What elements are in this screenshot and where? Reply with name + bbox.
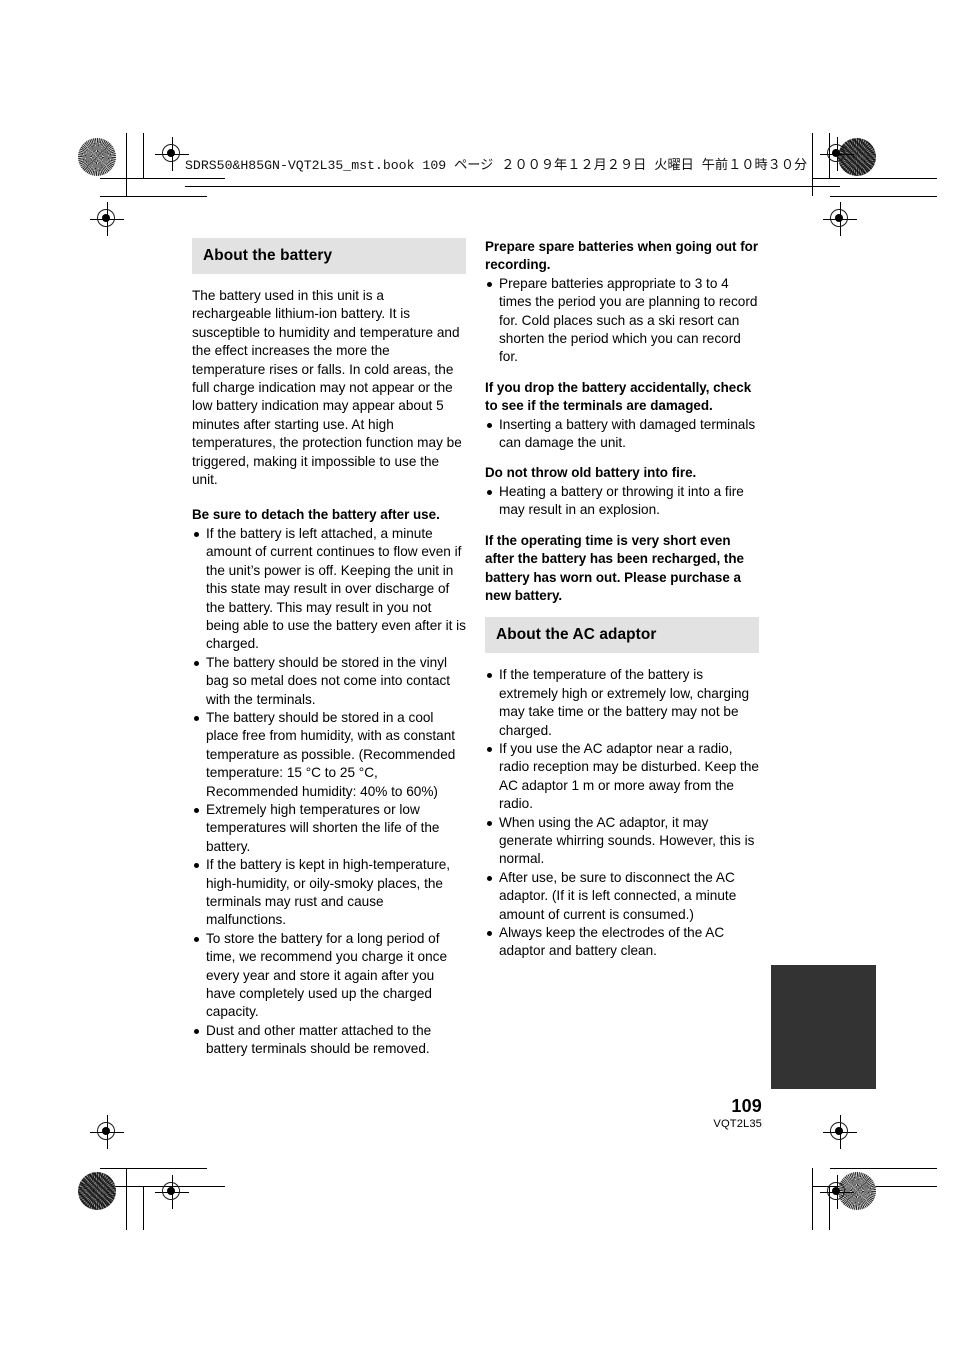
crop-mark-line xyxy=(830,1168,937,1170)
registration-target xyxy=(820,1175,854,1209)
spare-batteries-bullet-list: Prepare batteries appropriate to 3 to 4 … xyxy=(485,275,759,367)
subhead-battery-worn-out: If the operating time is very short even… xyxy=(485,532,744,603)
list-item: Always keep the electrodes of the AC ada… xyxy=(485,924,759,961)
document-page: SDRS50&H85GN-VQT2L35_mst.book 109 ページ ２０… xyxy=(0,0,954,1348)
list-item: To store the battery for a long period o… xyxy=(192,930,466,1022)
list-item: If the battery is left attached, a minut… xyxy=(192,525,466,654)
registration-target xyxy=(823,1115,857,1149)
page-number: 109 xyxy=(731,1096,762,1116)
ac-adaptor-bullet-list: If the temperature of the battery is ext… xyxy=(485,666,759,961)
registration-target xyxy=(816,0,850,34)
crop-mark-line xyxy=(812,178,937,180)
running-header: SDRS50&H85GN-VQT2L35_mst.book 109 ページ ２０… xyxy=(185,158,808,173)
registration-target xyxy=(155,137,189,171)
subhead-spare-batteries: Prepare spare batteries when going out f… xyxy=(485,239,759,273)
crop-mark-line xyxy=(100,178,225,180)
crop-mark-line xyxy=(143,1186,145,1230)
subhead-no-fire: Do not throw old battery into fire. xyxy=(485,465,697,481)
document-code: VQT2L35 xyxy=(713,1118,762,1130)
no-fire-bullet-list: Heating a battery or throwing it into a … xyxy=(485,483,759,520)
list-item: The battery should be stored in the viny… xyxy=(192,654,466,709)
registration-target xyxy=(90,202,124,236)
drop-battery-bullet-list: Inserting a battery with damaged termina… xyxy=(485,416,759,453)
page-footer: 109 VQT2L35 xyxy=(640,1096,762,1131)
crop-mark-line xyxy=(100,1168,207,1170)
list-item: If you use the AC adaptor near a radio, … xyxy=(485,740,759,814)
registration-rosette xyxy=(78,138,116,176)
list-item: Heating a battery or throwing it into a … xyxy=(485,483,759,520)
registration-target xyxy=(823,202,857,236)
list-item: If the battery is kept in high-temperatu… xyxy=(192,856,466,930)
registration-target xyxy=(90,1115,124,1149)
crop-mark-line xyxy=(143,133,145,179)
subhead-drop-battery: If you drop the battery accidentally, ch… xyxy=(485,379,752,414)
list-item: The battery should be stored in a cool p… xyxy=(192,709,466,801)
crop-mark-line xyxy=(126,1168,128,1230)
list-item: Extremely high temperatures or low tempe… xyxy=(192,801,466,856)
section-title-ac-adaptor: About the AC adaptor xyxy=(496,626,657,644)
crop-mark-line xyxy=(126,133,128,196)
list-item: Prepare batteries appropriate to 3 to 4 … xyxy=(485,275,759,367)
crop-mark-line xyxy=(830,196,937,198)
subhead-detach-battery: Be sure to detach the battery after use. xyxy=(192,507,440,523)
battery-intro-paragraph: The battery used in this unit is a recha… xyxy=(192,288,462,488)
list-item: Dust and other matter attached to the ba… xyxy=(192,1022,466,1059)
list-item: When using the AC adaptor, it may genera… xyxy=(485,814,759,869)
detach-battery-bullet-list: If the battery is left attached, a minut… xyxy=(192,525,466,1059)
registration-target xyxy=(155,1175,189,1209)
section-header-ac-adaptor: About the AC adaptor xyxy=(485,617,759,654)
list-item: After use, be sure to disconnect the AC … xyxy=(485,869,759,924)
crop-mark-line xyxy=(100,196,207,198)
list-item: If the temperature of the battery is ext… xyxy=(485,666,759,740)
section-title-battery: About the battery xyxy=(203,247,333,264)
list-item: Inserting a battery with damaged termina… xyxy=(485,416,759,453)
thumb-index-tab xyxy=(771,965,876,1089)
header-rule xyxy=(185,186,840,188)
left-column: About the battery The battery used in th… xyxy=(192,238,466,1059)
registration-rosette xyxy=(78,1172,116,1210)
right-column: Prepare spare batteries when going out f… xyxy=(485,238,759,961)
section-header-battery: About the battery xyxy=(192,238,466,274)
crop-mark-line xyxy=(812,1168,814,1230)
